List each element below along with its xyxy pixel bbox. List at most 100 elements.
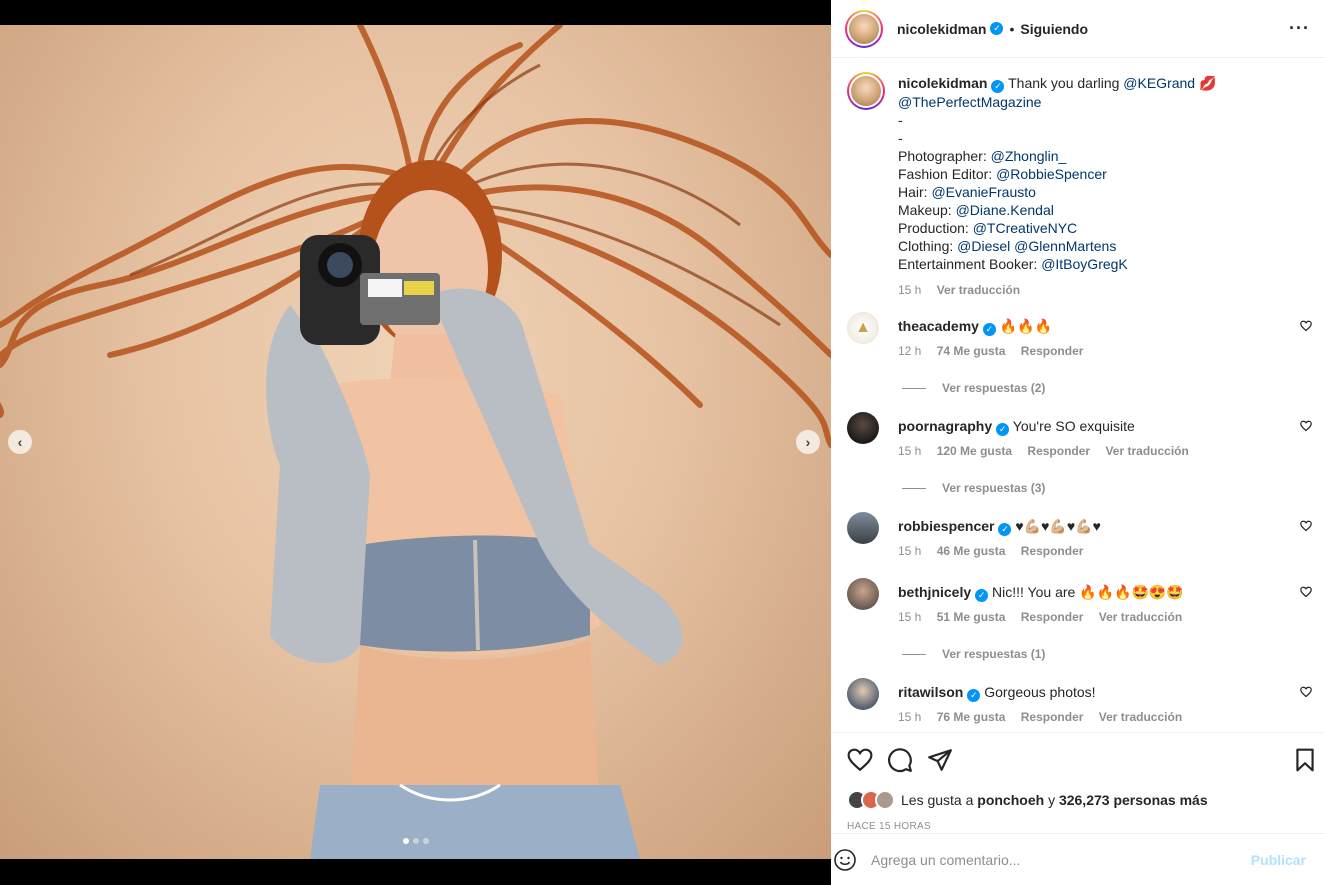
commenter-avatar[interactable] xyxy=(847,512,879,544)
comment-text: You're SO exquisite xyxy=(1012,418,1135,434)
comment-like-heart-icon[interactable] xyxy=(1300,586,1312,598)
post-photo[interactable] xyxy=(0,25,831,859)
like-heart-icon[interactable] xyxy=(847,747,873,773)
caption-line: Clothing: @Diesel @GlennMartens xyxy=(898,237,1117,254)
commenter-avatar[interactable] xyxy=(847,412,879,444)
following-button[interactable]: Siguiendo xyxy=(1020,21,1088,37)
commenter-username[interactable]: poornagraphy xyxy=(898,418,992,434)
comment-like-heart-icon[interactable] xyxy=(1300,686,1312,698)
mention-link[interactable]: @TCreativeNYC xyxy=(973,220,1077,236)
save-bookmark-icon[interactable] xyxy=(1292,747,1318,773)
academy-logo-icon: ▲ xyxy=(855,319,871,336)
chevron-right-icon: › xyxy=(805,434,811,450)
caption-line: - xyxy=(898,129,903,146)
commenter-username[interactable]: theacademy xyxy=(898,318,979,334)
post-side-panel: nicolekidman ✓ • Siguiendo ··· nicolekid… xyxy=(831,0,1324,885)
comment-text: 🔥🔥🔥 xyxy=(999,318,1053,334)
comment-likes[interactable]: 46 Me gusta xyxy=(937,544,1006,558)
replies-divider xyxy=(902,487,926,489)
post-timestamp[interactable]: HACE 15 HORAS xyxy=(847,821,931,832)
caption-line: @ThePerfectMagazine xyxy=(898,93,1293,111)
translate-link[interactable]: Ver traducción xyxy=(1105,444,1188,458)
commenter-username[interactable]: ritawilson xyxy=(898,684,963,700)
author-username[interactable]: nicolekidman xyxy=(897,21,986,37)
reply-button[interactable]: Responder xyxy=(1021,710,1084,724)
more-options-icon[interactable]: ··· xyxy=(1289,18,1310,39)
verified-badge-icon: ✓ xyxy=(982,322,996,336)
comment-like-heart-icon[interactable] xyxy=(1300,420,1312,432)
carousel-dot[interactable] xyxy=(412,838,419,844)
commenter-avatar[interactable] xyxy=(847,578,879,610)
share-paper-plane-icon[interactable] xyxy=(927,747,953,773)
verified-badge-icon: ✓ xyxy=(975,588,989,602)
next-slide-button[interactable]: › xyxy=(796,430,820,454)
likes-summary[interactable]: Les gusta a ponchoeh y 326,273 personas … xyxy=(847,790,1208,810)
mention-link[interactable]: @RobbieSpencer xyxy=(996,166,1107,182)
post-media: ‹ › xyxy=(0,0,831,885)
reply-button[interactable]: Responder xyxy=(1027,444,1090,458)
carousel-dot[interactable] xyxy=(402,838,409,844)
mention-link[interactable]: @Diane.Kendal xyxy=(956,202,1054,218)
verified-badge-icon: ✓ xyxy=(967,688,981,702)
translate-link[interactable]: Ver traducción xyxy=(1099,610,1182,624)
caption-username[interactable]: nicolekidman xyxy=(898,75,987,91)
caption-line: Fashion Editor: @RobbieSpencer xyxy=(898,165,1107,182)
reply-button[interactable]: Responder xyxy=(1021,344,1084,358)
mention-link[interactable]: @Diesel xyxy=(957,238,1010,254)
comment-body: ritawilson ✓ Gorgeous photos! 15 h 76 Me … xyxy=(898,683,1293,726)
liker-username[interactable]: ponchoeh xyxy=(977,792,1044,808)
comment-likes[interactable]: 120 Me gusta xyxy=(937,444,1012,458)
commenter-username[interactable]: bethjnicely xyxy=(898,584,971,600)
comment-likes[interactable]: 76 Me gusta xyxy=(937,710,1006,724)
mention-link[interactable]: @EvanieFrausto xyxy=(931,184,1035,200)
emoji-icon[interactable] xyxy=(833,848,857,872)
commenter-avatar[interactable] xyxy=(847,678,879,710)
liker-avatar xyxy=(875,790,895,810)
reply-button[interactable]: Responder xyxy=(1021,544,1084,558)
caption-line: Entertainment Booker: @ItBoyGregK xyxy=(898,255,1128,272)
publish-button[interactable]: Publicar xyxy=(1251,852,1306,868)
view-replies-link[interactable]: Ver respuestas (2) xyxy=(902,381,1045,395)
view-replies-link[interactable]: Ver respuestas (1) xyxy=(902,647,1045,661)
comment-likes[interactable]: 74 Me gusta xyxy=(937,344,1006,358)
previous-slide-button[interactable]: ‹ xyxy=(8,430,32,454)
caption-author-avatar[interactable] xyxy=(847,72,885,110)
mention-link[interactable]: @Zhonglin_ xyxy=(991,148,1067,164)
caption-time: 15 h xyxy=(898,282,922,297)
mention-link[interactable]: @ItBoyGregK xyxy=(1041,256,1128,272)
replies-divider xyxy=(902,387,926,389)
carousel-dot[interactable] xyxy=(422,838,429,844)
comment-like-heart-icon[interactable] xyxy=(1300,320,1312,332)
comment-likes[interactable]: 51 Me gusta xyxy=(937,610,1006,624)
mention-link[interactable]: @KEGrand xyxy=(1123,75,1195,91)
caption-line: Photographer: @Zhonglin_ xyxy=(898,147,1067,164)
verified-badge-icon: ✓ xyxy=(996,422,1010,436)
comment-input[interactable] xyxy=(871,851,1231,868)
comments-section[interactable]: nicolekidman ✓ Thank you darling @KEGrand… xyxy=(831,58,1324,732)
comment-body: robbiespencer ✓ ♥💪🏼♥💪🏼♥💪🏼♥ 15 h 46 Me gus… xyxy=(898,517,1293,560)
view-replies-label: Ver respuestas (3) xyxy=(942,481,1046,495)
comment-like-heart-icon[interactable] xyxy=(1300,520,1312,532)
likes-prefix: Les gusta a xyxy=(901,792,974,808)
comment-text: Nic!!! You are 🔥🔥🔥🤩😍🤩 xyxy=(992,584,1184,600)
carousel-indicator xyxy=(0,838,831,844)
author-avatar[interactable] xyxy=(845,9,883,48)
commenter-username[interactable]: robbiespencer xyxy=(898,518,994,534)
chevron-left-icon: ‹ xyxy=(17,434,23,450)
caption-translate-link[interactable]: Ver traducción xyxy=(937,283,1020,297)
commenter-avatar[interactable]: ▲ xyxy=(847,312,879,344)
reply-button[interactable]: Responder xyxy=(1021,610,1084,624)
replies-divider xyxy=(902,653,926,655)
comment-bubble-icon[interactable] xyxy=(887,747,913,773)
photo-illustration xyxy=(0,25,831,859)
caption-line: - xyxy=(898,111,903,128)
comment-time: 12 h xyxy=(898,343,922,358)
view-replies-link[interactable]: Ver respuestas (3) xyxy=(902,481,1045,495)
view-replies-label: Ver respuestas (2) xyxy=(942,381,1046,395)
caption-line: Makeup: @Diane.Kendal xyxy=(898,201,1054,218)
translate-link[interactable]: Ver traducción xyxy=(1099,710,1182,724)
likes-count[interactable]: 326,273 personas más xyxy=(1059,792,1208,808)
comment-body: theacademy ✓ 🔥🔥🔥 12 h 74 Me gusta Respond… xyxy=(898,317,1293,360)
mention-link[interactable]: @GlennMartens xyxy=(1014,238,1116,254)
mention-link[interactable]: @ThePerfectMagazine xyxy=(898,94,1041,110)
